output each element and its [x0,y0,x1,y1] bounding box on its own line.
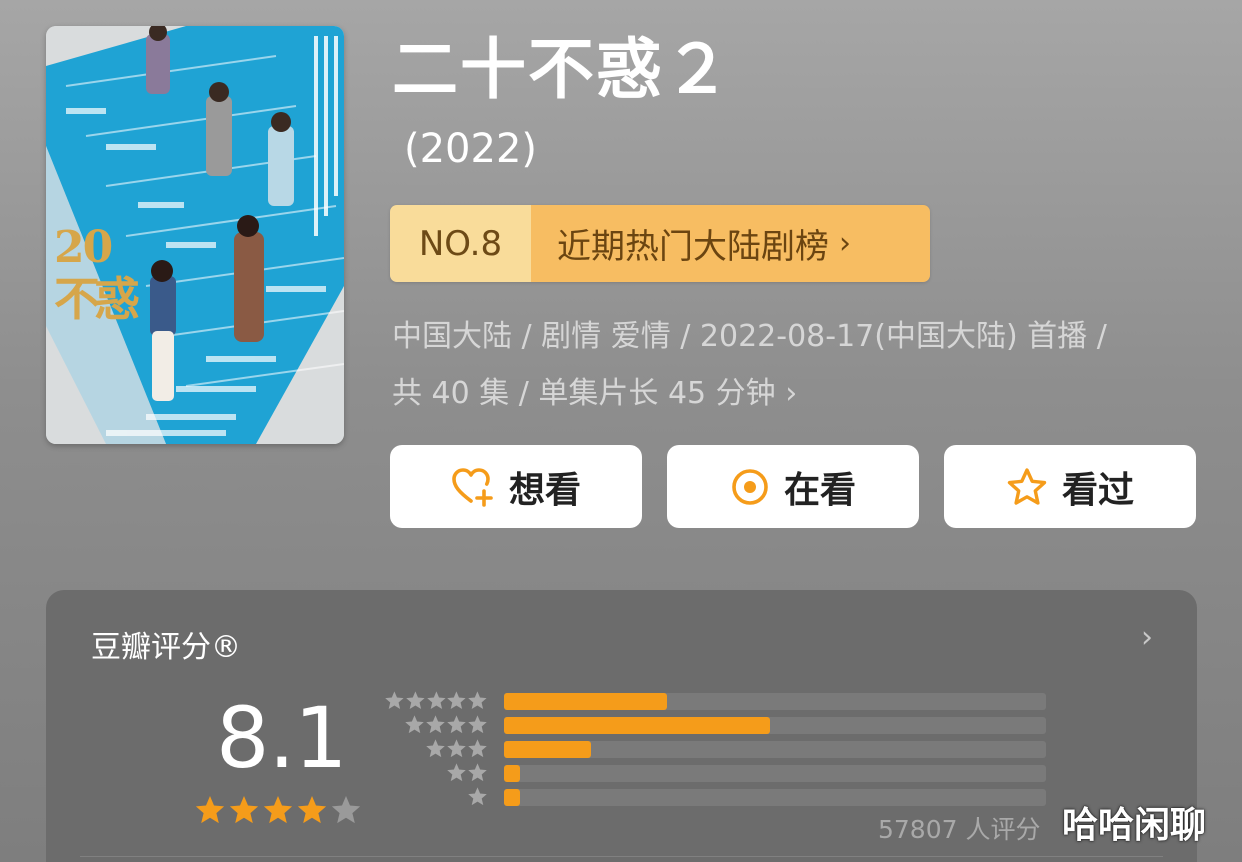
poster-image[interactable]: 20 不惑 [46,26,344,444]
distribution-bar-track [504,693,1046,710]
heart-plus-icon [452,467,493,507]
distribution-bar-fill [504,717,770,734]
meta-line-1: 中国大陆 / 剧情 爱情 / 2022-08-17(中国大陆) 首播 / [392,319,1107,354]
circle-dot-icon [732,468,768,505]
distribution-star-icon [447,690,466,709]
rating-title: 豆瓣评分® [91,630,241,665]
distribution-star-icon [468,738,487,757]
rank-list-link[interactable]: 近期热门大陆剧榜 › [531,205,930,282]
distribution-bar-fill [504,765,520,782]
rating-count: 57807 人评分 [878,815,1041,844]
distribution-star-icon [468,714,487,733]
watched-label: 看过 [1061,469,1134,511]
distribution-star-icon [426,690,446,709]
distribution-bar-track [504,789,1046,806]
poster-logo-top: 20 [54,222,113,273]
action-bar: 想看 在看 看过 [390,445,1196,528]
rating-distribution-row [384,762,1046,783]
watched-button[interactable]: 看过 [944,445,1196,528]
distribution-bar-track [504,765,1046,782]
score-star-icon [331,796,361,824]
distribution-bar-track [504,741,1046,758]
distribution-star-icon [426,714,445,733]
distribution-bar-track [504,717,1046,734]
rating-distribution-row [384,786,1046,807]
watermark: 哈哈闲聊 [1062,805,1207,846]
release-year: (2022) [404,126,538,172]
distribution-star-icon [468,786,487,805]
distribution-star-icon [447,762,466,781]
chevron-right-icon[interactable]: › [1141,620,1153,655]
chevron-right-icon: › [785,376,798,411]
score-star-icon [195,796,225,824]
distribution-star-icon [426,738,445,757]
rank-number: NO.8 [390,205,531,282]
distribution-star-icon [468,690,487,709]
distribution-star-icon [447,714,466,733]
rating-score: 8.1 [216,689,348,787]
watching-button[interactable]: 在看 [667,445,919,528]
rating-distribution-row [384,690,1046,711]
chevron-right-icon: › [839,226,851,261]
rating-stars [194,794,362,826]
distribution-stars [384,786,488,807]
watching-label: 在看 [783,469,856,511]
score-star-icon [229,796,259,824]
distribution-stars [384,738,488,759]
divider [80,856,1163,857]
distribution-star-icon [468,762,487,781]
distribution-star-icon [385,690,404,709]
meta-line-2-text: 共 40 集 / 单集片长 45 分钟 [392,376,776,411]
rating-card[interactable]: 豆瓣评分® › 8.1 57807 人评分 [46,590,1197,862]
rank-badge[interactable]: NO.8 近期热门大陆剧榜 › [390,205,930,282]
distribution-bar-fill [504,789,520,806]
meta-line-2: 共 40 集 / 单集片长 45 分钟 › [392,365,1192,422]
rating-distribution-row [384,714,1046,735]
poster-logo-bottom: 不惑 [54,272,140,326]
meta-info[interactable]: 中国大陆 / 剧情 爱情 / 2022-08-17(中国大陆) 首播 / 共 4… [392,308,1192,422]
distribution-star-icon [406,690,425,709]
distribution-bar-fill [504,741,591,758]
distribution-stars [384,762,488,783]
distribution-stars [384,714,488,735]
distribution-bar-fill [504,693,667,710]
poster-logo: 20 不惑 [54,226,140,326]
page-title: 二十不惑２ [392,31,732,108]
want-to-watch-label: 想看 [508,469,581,511]
distribution-star-icon [447,738,466,757]
rating-distribution-row [384,738,1046,759]
score-star-icon [263,796,293,824]
score-star-icon [297,796,327,824]
star-outline-icon [1007,467,1047,505]
distribution-stars [384,690,488,711]
want-to-watch-button[interactable]: 想看 [390,445,642,528]
rank-list-label: 近期热门大陆剧榜 [557,227,829,267]
distribution-star-icon [405,714,424,733]
